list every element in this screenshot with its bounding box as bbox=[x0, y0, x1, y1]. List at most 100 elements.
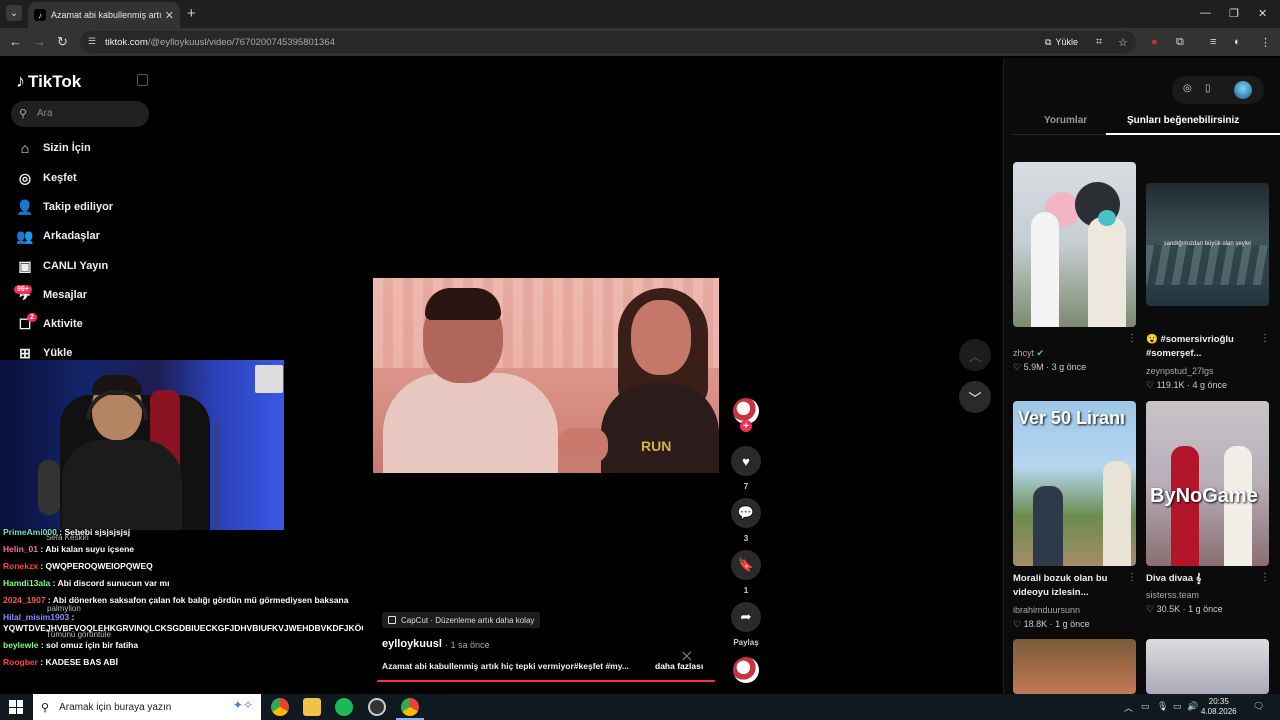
right-panel bbox=[1003, 58, 1280, 698]
spotify-icon[interactable] bbox=[335, 698, 353, 716]
faded-view-all-link: Tümünü görüntüle bbox=[46, 630, 111, 639]
capcut-banner[interactable]: CapCut · Düzenleme artık daha kolay bbox=[382, 612, 541, 628]
post-time: · 1 sa önce bbox=[445, 640, 490, 650]
reload-icon[interactable]: ↻ bbox=[57, 34, 68, 50]
tab-you-may-like[interactable]: Şunları beğenebilirsiniz bbox=[1127, 115, 1239, 126]
install-icon: ⧉ bbox=[1045, 36, 1052, 47]
card-username[interactable]: zeynpstud_27lgs bbox=[1146, 366, 1214, 376]
extension-icon[interactable]: ● bbox=[1151, 36, 1158, 48]
extensions-puzzle-icon[interactable]: ⧉ bbox=[1176, 36, 1184, 49]
sound-avatar[interactable] bbox=[733, 657, 759, 683]
network-icon[interactable]: ▭ bbox=[1173, 701, 1182, 712]
card-username[interactable]: zhcyt ✔ bbox=[1013, 348, 1044, 359]
suggested-video-thumbnail[interactable]: Ver 50 Liranı bbox=[1013, 401, 1136, 566]
streamer-webcam bbox=[0, 360, 284, 530]
card-username[interactable]: sisterss.team bbox=[1146, 590, 1199, 600]
tab-comments[interactable]: Yorumlar bbox=[1044, 115, 1087, 126]
video-progress-bar[interactable] bbox=[377, 680, 715, 682]
faded-account-name: palmylion bbox=[47, 604, 81, 613]
clock-date: 4.08.2026 bbox=[1201, 707, 1237, 716]
card-title[interactable]: Diva divaa 𝄞 bbox=[1146, 572, 1258, 586]
profile-icon[interactable]: ◐ bbox=[1234, 36, 1241, 48]
nav-item-activity[interactable]: ☐ Aktivite bbox=[15, 314, 83, 334]
menu-icon[interactable]: ⋮ bbox=[1260, 36, 1271, 49]
activity-badge: 2 bbox=[27, 313, 37, 322]
suggested-video-thumbnail[interactable] bbox=[1013, 162, 1136, 327]
suggested-video-thumbnail[interactable] bbox=[1146, 639, 1269, 694]
collapse-sidebar-icon[interactable] bbox=[137, 74, 148, 86]
back-icon[interactable]: ← bbox=[9, 34, 22, 49]
explore-compass-icon[interactable]: ◎ bbox=[1183, 83, 1192, 94]
friends-icon: 👥 bbox=[16, 227, 34, 244]
taskbar-clock[interactable]: 20:35 4.08.2026 bbox=[1201, 697, 1237, 717]
like-button[interactable]: ♥ bbox=[731, 446, 761, 476]
url-text: tiktok.com/@eylloykuusl/video/7670200745… bbox=[105, 37, 335, 48]
suggested-video-thumbnail[interactable]: ByNoGame bbox=[1146, 401, 1269, 566]
follow-plus-icon[interactable]: + bbox=[740, 420, 752, 432]
nav-item-following[interactable]: 👤 Takip ediliyor bbox=[15, 197, 113, 217]
save-button[interactable]: 🔖 bbox=[731, 550, 761, 580]
card-username[interactable]: ibrahimduursunn bbox=[1013, 605, 1080, 615]
windows-start-icon[interactable] bbox=[9, 700, 23, 714]
nav-item-for-you[interactable]: ⌂ Sizin İçin bbox=[15, 138, 91, 158]
address-bar[interactable]: ☰ tiktok.com/@eylloykuusl/video/76702007… bbox=[80, 31, 1136, 53]
minimize-icon[interactable]: — bbox=[1200, 7, 1211, 19]
home-icon: ⌂ bbox=[20, 140, 30, 156]
search-input[interactable]: ⚲ Ara bbox=[11, 101, 149, 127]
nav-item-friends[interactable]: 👥 Arkadaşlar bbox=[15, 226, 100, 246]
device-icon[interactable]: ▯ bbox=[1205, 83, 1211, 94]
chrome-active-app-icon[interactable] bbox=[401, 698, 419, 716]
browser-tab[interactable]: ♪ Azamat abi kabullenmiş artık hiç ✕ bbox=[28, 2, 180, 28]
comment-button[interactable]: 💬 bbox=[731, 498, 761, 528]
search-icon: ⚲ bbox=[19, 108, 28, 120]
translate-icon[interactable]: ⌗ bbox=[1096, 36, 1102, 49]
next-video-button[interactable]: ﹀ bbox=[959, 381, 991, 413]
tab-close-icon[interactable]: ✕ bbox=[165, 9, 174, 22]
install-app-button[interactable]: ⧉ Yükle bbox=[1045, 35, 1078, 49]
chat-message: Hamdi13ala : Abi discord sunucun var mı bbox=[3, 578, 170, 588]
user-avatar[interactable] bbox=[1234, 81, 1252, 99]
obs-icon[interactable] bbox=[368, 698, 386, 716]
bookmark-icon: 🔖 bbox=[737, 557, 755, 572]
reading-list-icon[interactable]: ≡ bbox=[1210, 36, 1216, 48]
video-player[interactable]: RUN bbox=[373, 278, 719, 473]
previous-video-button[interactable]: ︿ bbox=[959, 339, 991, 371]
tiktok-favicon-icon: ♪ bbox=[34, 9, 46, 21]
new-tab-icon[interactable]: + bbox=[187, 5, 196, 22]
card-more-icon[interactable]: ⋮ bbox=[1260, 572, 1270, 583]
suggested-video-thumbnail[interactable]: sandığımızdan büyük olan şeyler bbox=[1146, 183, 1269, 306]
tiktok-note-icon: ♪ bbox=[16, 71, 25, 91]
tiktok-logo[interactable]: ♪ TikTok bbox=[16, 71, 81, 92]
save-count: 1 bbox=[743, 586, 749, 595]
card-more-icon[interactable]: ⋮ bbox=[1127, 572, 1137, 583]
thumbnail-overlay-text: ByNoGame bbox=[1150, 485, 1258, 507]
card-stats: ♡ 18.8K · 1 g önce bbox=[1013, 619, 1090, 629]
card-title[interactable]: 😮 #somersivrioğlu #somerşef... bbox=[1146, 333, 1258, 361]
taskbar-search-input[interactable]: ⚲ Aramak için buraya yazın ✦✧ bbox=[33, 694, 261, 720]
tray-overflow-icon[interactable]: ︿ bbox=[1124, 701, 1133, 714]
upload-icon: ⊞ bbox=[19, 344, 31, 361]
restore-icon[interactable]: ❐ bbox=[1229, 7, 1239, 20]
notifications-icon[interactable]: 🗨 bbox=[1253, 701, 1264, 712]
volume-icon[interactable]: 🔊 bbox=[1187, 701, 1198, 712]
card-title[interactable]: Morali bozuk olan bu videoyu izlesin... bbox=[1013, 572, 1125, 600]
chrome-app-icon[interactable] bbox=[271, 698, 289, 716]
file-explorer-icon[interactable] bbox=[303, 698, 321, 716]
card-more-icon[interactable]: ⋮ bbox=[1127, 333, 1137, 344]
tray-app-icon[interactable]: ▭ bbox=[1141, 701, 1150, 712]
microphone-icon[interactable]: 🎙 bbox=[1157, 701, 1168, 712]
bookmark-star-icon[interactable]: ☆ bbox=[1118, 36, 1128, 49]
nav-item-live[interactable]: ▣ CANLI Yayın bbox=[15, 256, 108, 276]
forward-icon[interactable]: → bbox=[33, 34, 46, 49]
suggested-video-thumbnail[interactable] bbox=[1013, 639, 1136, 694]
site-info-icon[interactable]: ☰ bbox=[88, 36, 96, 47]
card-more-icon[interactable]: ⋮ bbox=[1260, 333, 1270, 344]
video-author[interactable]: eylloykuusl bbox=[382, 638, 442, 650]
share-arrow-icon: ➦ bbox=[740, 609, 752, 624]
share-button[interactable]: ➦ bbox=[731, 602, 761, 632]
clock-time: 20:35 bbox=[1208, 697, 1229, 706]
nav-item-explore[interactable]: ◎ Keşfet bbox=[15, 168, 77, 188]
window-close-icon[interactable]: ✕ bbox=[1258, 7, 1267, 20]
tab-title: Azamat abi kabullenmiş artık hiç bbox=[51, 10, 161, 20]
tab-search-icon[interactable]: ⌄ bbox=[6, 5, 22, 21]
